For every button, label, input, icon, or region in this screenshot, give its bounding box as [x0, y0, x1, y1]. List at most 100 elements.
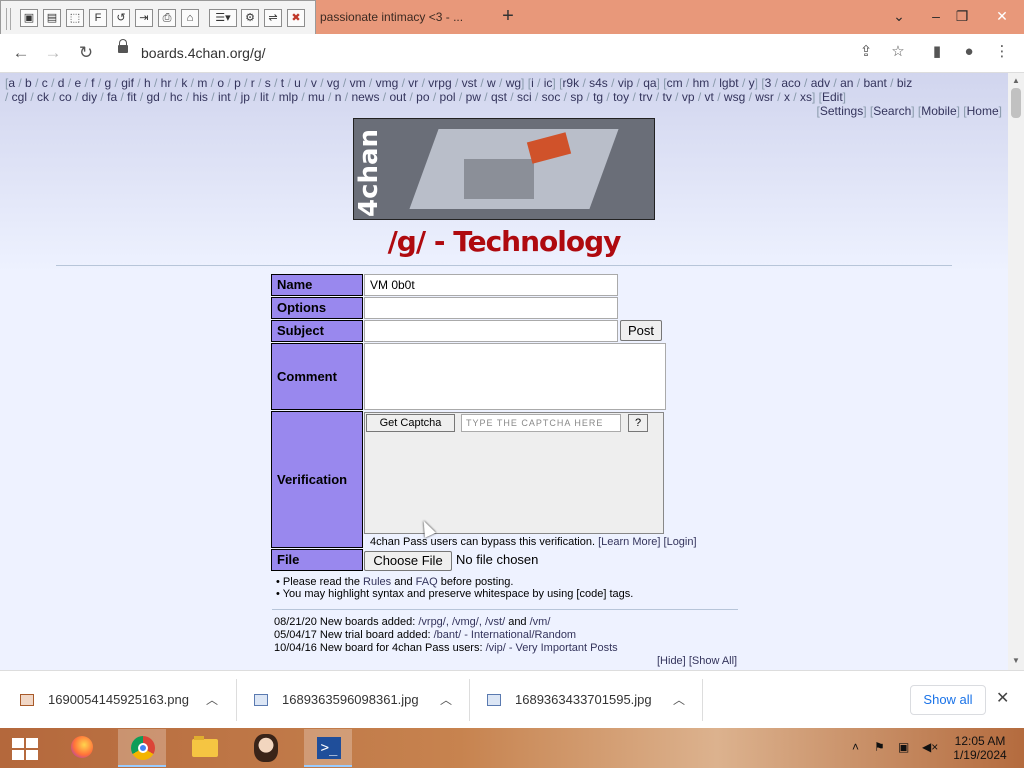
board-link-g[interactable]: g	[105, 76, 112, 90]
board-link-s4s[interactable]: s4s	[589, 76, 608, 90]
download-item[interactable]: 1689363596098361.jpg ︿	[254, 679, 464, 721]
tab-title[interactable]: passionate intimacy <3 - ...	[320, 10, 480, 24]
board-banner[interactable]: 4chan	[353, 118, 655, 220]
news-link[interactable]: /vrpg/, /vmg/, /vst/	[418, 616, 505, 628]
settings-gear-icon[interactable]: ⚙	[241, 9, 259, 27]
chevron-up-icon[interactable]: ︿	[440, 691, 452, 708]
board-link-u[interactable]: u	[294, 76, 301, 90]
board-link-sci[interactable]: sci	[517, 90, 532, 104]
board-link-gd[interactable]: gd	[147, 90, 160, 104]
options-dropdown-icon[interactable]: ☰▾	[209, 9, 237, 27]
taskbar-powershell[interactable]: >_	[304, 729, 352, 767]
board-link-pol[interactable]: pol	[440, 90, 456, 104]
board-link-y[interactable]: y	[749, 76, 755, 90]
board-link-int[interactable]: int	[218, 90, 231, 104]
close-icon[interactable]: ✕	[996, 688, 1009, 708]
menu-kebab-icon[interactable]: ⋮	[992, 42, 1012, 62]
scroll-up-arrow-icon[interactable]: ▲	[1012, 76, 1020, 85]
windows-start-icon[interactable]	[12, 738, 38, 760]
name-input[interactable]: VM 0b0t	[364, 274, 618, 296]
board-link-ck[interactable]: ck	[37, 90, 49, 104]
board-link-soc[interactable]: soc	[542, 90, 561, 104]
board-link-d[interactable]: d	[58, 76, 65, 90]
show-all-downloads-button[interactable]: Show all	[910, 685, 986, 715]
board-link-lit[interactable]: lit	[260, 90, 269, 104]
chevron-up-icon[interactable]: ︿	[206, 691, 218, 708]
restore-button[interactable]: ❐	[948, 4, 976, 28]
board-link-n[interactable]: n	[335, 90, 342, 104]
forward-arrow-icon[interactable]: →	[42, 42, 64, 64]
board-link-e[interactable]: e	[74, 76, 81, 90]
board-link-tv[interactable]: tv	[662, 90, 671, 104]
board-link-toy[interactable]: toy	[613, 90, 629, 104]
board-link-news[interactable]: news	[351, 90, 379, 104]
lock-icon[interactable]	[118, 39, 128, 53]
board-link-t[interactable]: t	[281, 76, 284, 90]
board-link-o[interactable]: o	[217, 76, 224, 90]
board-link-po[interactable]: po	[416, 90, 429, 104]
close-toolbar-icon[interactable]: ✖	[287, 9, 305, 27]
board-link-w[interactable]: w	[487, 76, 496, 90]
board-link-vmg[interactable]: vmg	[376, 76, 399, 90]
scrollbar-thumb[interactable]	[1011, 88, 1021, 118]
network-icon[interactable]: ▣	[898, 740, 909, 754]
get-captcha-button[interactable]: Get Captcha	[366, 414, 455, 432]
board-link-diy[interactable]: diy	[82, 90, 97, 104]
board-link-b[interactable]: b	[25, 76, 32, 90]
learn-more-link[interactable]: [Learn More]	[598, 536, 660, 548]
flag-icon[interactable]: ⚑	[874, 740, 885, 754]
board-link-gif[interactable]: gif	[121, 76, 134, 90]
toolbar-grip-handle[interactable]	[6, 8, 11, 30]
scroll-down-arrow-icon[interactable]: ▼	[1012, 656, 1020, 665]
profile-avatar-icon[interactable]: ●	[959, 42, 979, 62]
board-link-xs[interactable]: xs	[800, 90, 812, 104]
minimize-toolbar-icon[interactable]: ⇌	[264, 9, 282, 27]
share-icon[interactable]: ⇪	[856, 42, 876, 62]
window-capture-icon[interactable]: ▣	[20, 9, 38, 27]
minimize-button[interactable]: –	[922, 4, 950, 28]
show-all-news-link[interactable]: [Show All]	[689, 655, 737, 667]
board-link-mu[interactable]: mu	[308, 90, 325, 104]
board-link-an[interactable]: an	[840, 76, 853, 90]
board-link-cgl[interactable]: cgl	[12, 90, 27, 104]
fullscreen-capture-icon[interactable]: F	[89, 9, 107, 27]
edit-boards-link[interactable]: Edit	[822, 90, 843, 104]
side-panel-icon[interactable]: ▮	[927, 42, 947, 62]
board-link-v[interactable]: v	[311, 76, 317, 90]
download-item[interactable]: 1690054145925163.png ︿	[20, 679, 230, 721]
board-link-h[interactable]: h	[144, 76, 151, 90]
volume-muted-icon[interactable]: ◀×	[922, 740, 938, 754]
board-link-tg[interactable]: tg	[593, 90, 603, 104]
board-link-mlp[interactable]: mlp	[279, 90, 298, 104]
post-button[interactable]: Post	[620, 320, 662, 341]
home-link[interactable]: Home	[967, 104, 999, 118]
comment-textarea[interactable]	[364, 343, 666, 410]
board-link-k[interactable]: k	[181, 76, 187, 90]
taskbar-chrome[interactable]	[118, 729, 166, 767]
print-icon[interactable]: ⎙	[158, 9, 176, 27]
back-arrow-icon[interactable]: ←	[10, 42, 32, 64]
rules-link[interactable]: Rules	[363, 576, 391, 588]
board-link-sp[interactable]: sp	[570, 90, 583, 104]
taskbar-firefox[interactable]	[56, 729, 104, 767]
captcha-input[interactable]: TYPE THE CAPTCHA HERE	[461, 414, 621, 432]
board-link-fa[interactable]: fa	[107, 90, 117, 104]
region-capture-icon[interactable]: ▤	[43, 9, 61, 27]
chevron-up-icon[interactable]: ︿	[673, 691, 685, 708]
board-link-qa[interactable]: qa	[643, 76, 656, 90]
address-bar[interactable]: boards.4chan.org/g/	[108, 39, 920, 67]
board-link-r9k[interactable]: r9k	[562, 76, 579, 90]
reload-icon[interactable]: ↻	[75, 42, 97, 64]
login-link[interactable]: [Login]	[664, 536, 697, 548]
news-link[interactable]: /vip/ - Very Important Posts	[486, 642, 618, 654]
board-link-aco[interactable]: aco	[781, 76, 800, 90]
board-link-a[interactable]: a	[8, 76, 15, 90]
board-link-vt[interactable]: vt	[705, 90, 714, 104]
board-link-hr[interactable]: hr	[161, 76, 172, 90]
board-link-wsg[interactable]: wsg	[724, 90, 745, 104]
board-link-pw[interactable]: pw	[466, 90, 481, 104]
board-link-lgbt[interactable]: lgbt	[719, 76, 738, 90]
options-input[interactable]	[364, 297, 618, 319]
tray-chevron-up-icon[interactable]: ˄	[852, 740, 859, 754]
board-link-his[interactable]: his	[193, 90, 208, 104]
